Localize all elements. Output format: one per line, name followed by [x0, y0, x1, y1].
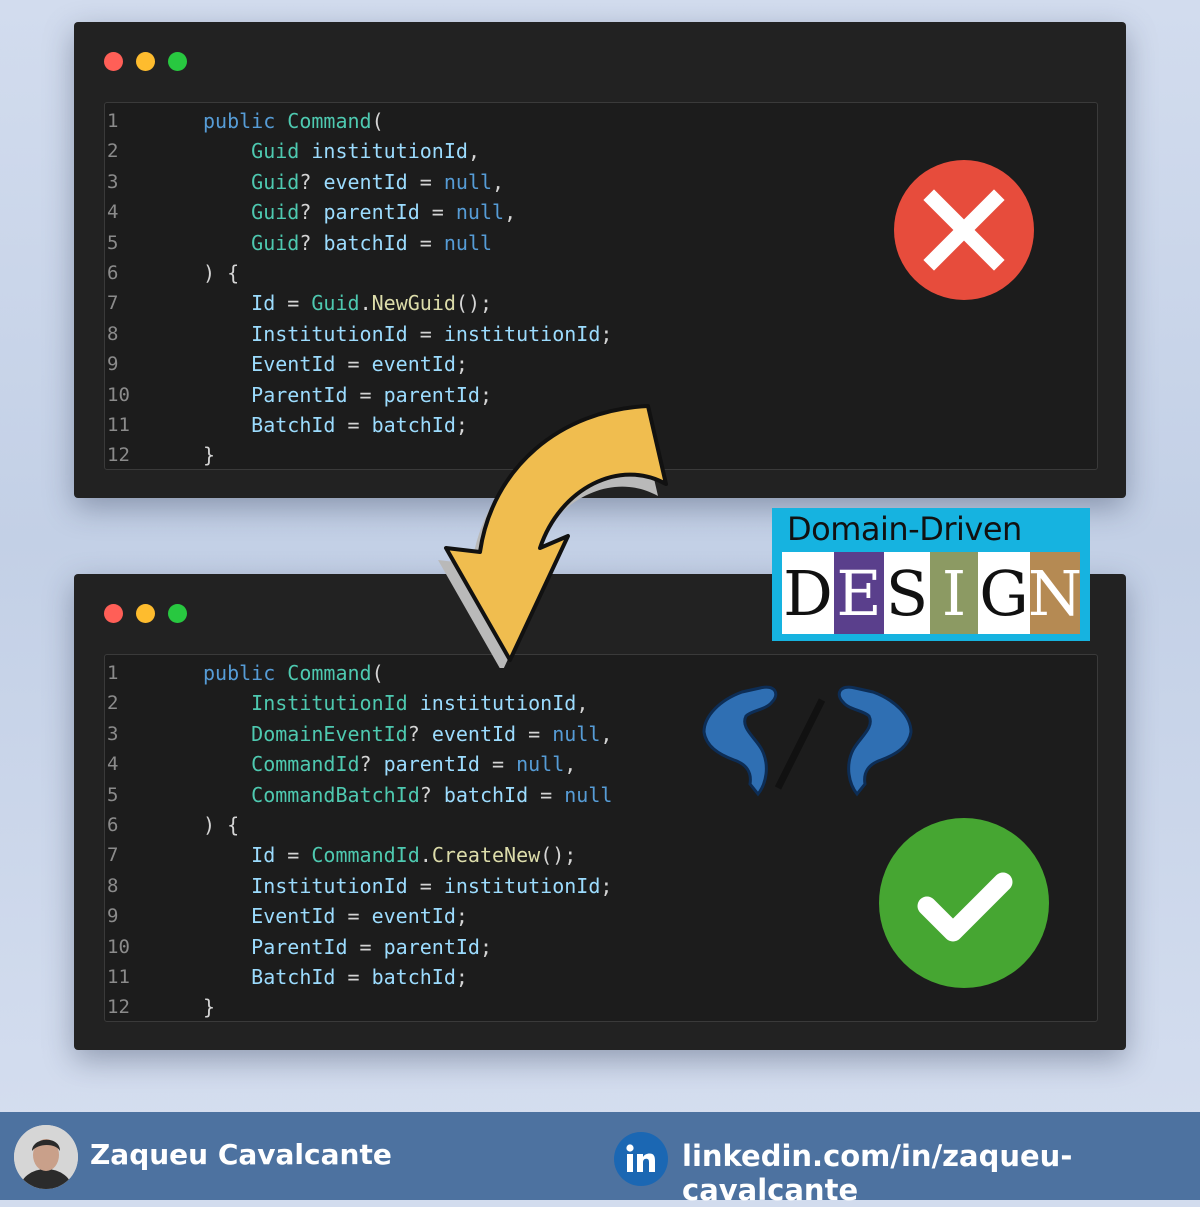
- minimize-window-dot[interactable]: [136, 52, 155, 71]
- minimize-window-dot[interactable]: [136, 604, 155, 623]
- code-text: Id = CommandId.CreateNew();: [251, 843, 577, 868]
- code-text: public Command(: [203, 109, 384, 133]
- code-text: ) {: [203, 261, 240, 285]
- code-text: public Command(: [203, 661, 384, 685]
- ddd-logo-letter: S: [884, 552, 930, 634]
- code-text: ParentId = parentId;: [251, 934, 492, 959]
- code-text: InstitutionId = institutionId;: [251, 321, 613, 346]
- code-text: InstitutionId = institutionId;: [251, 873, 613, 898]
- line-number: 2: [107, 140, 119, 163]
- code-text: Guid institutionId,: [251, 139, 480, 164]
- code-text: EventId = eventId;: [251, 904, 468, 929]
- close-window-dot[interactable]: [104, 604, 123, 623]
- window-controls: [104, 52, 187, 71]
- ddd-logo-letter: D: [782, 552, 834, 634]
- code-text: Guid? parentId = null,: [251, 200, 517, 225]
- line-number: 1: [107, 110, 119, 132]
- line-number: 8: [107, 322, 119, 345]
- line-number: 5: [107, 783, 119, 806]
- code-text: }: [203, 443, 216, 468]
- ddd-logo-letter: G: [978, 552, 1030, 634]
- ddd-logo-letter: E: [834, 552, 884, 634]
- code-text: Guid? batchId = null: [251, 230, 493, 255]
- code-text: Guid? eventId = null,: [251, 169, 505, 194]
- line-number: 5: [107, 231, 119, 254]
- avatar: [14, 1125, 78, 1189]
- code-text: EventId = eventId;: [251, 352, 468, 377]
- ddd-logo-letters: DESIGN: [782, 552, 1084, 634]
- line-number: 1: [107, 662, 119, 684]
- close-window-dot[interactable]: [104, 52, 123, 71]
- line-number: 4: [107, 201, 119, 224]
- line-number: 9: [107, 353, 119, 376]
- line-number: 11: [107, 414, 130, 436]
- line-number: 10: [107, 383, 130, 406]
- ddd-logo-letter: I: [930, 552, 978, 634]
- maximize-window-dot[interactable]: [168, 52, 187, 71]
- check-icon: [879, 818, 1049, 988]
- line-number: 7: [107, 292, 119, 315]
- line-number: 6: [107, 814, 119, 836]
- author-name: Zaqueu Cavalcante: [90, 1138, 392, 1171]
- linkedin-url[interactable]: linkedin.com/in/zaqueu-cavalcante: [682, 1139, 1200, 1207]
- line-number: 6: [107, 262, 119, 284]
- ddd-logo-title: Domain-Driven: [787, 510, 1022, 548]
- line-number: 10: [107, 935, 130, 958]
- ddd-logo: Domain-Driven DESIGN: [772, 508, 1090, 641]
- linkedin-icon[interactable]: [614, 1132, 668, 1186]
- line-number: 4: [107, 753, 119, 776]
- line-number: 3: [107, 170, 119, 193]
- code-text: ) {: [203, 813, 240, 837]
- line-number: 2: [107, 692, 119, 715]
- code-text: Id = Guid.NewGuid();: [251, 291, 493, 316]
- line-number: 8: [107, 874, 119, 897]
- window-controls: [104, 604, 187, 623]
- code-text: CommandBatchId? batchId = null: [251, 782, 613, 807]
- code-text: InstitutionId institutionId,: [251, 691, 589, 716]
- footer-bar: Zaqueu Cavalcante linkedin.com/in/zaqueu…: [0, 1112, 1200, 1207]
- line-number: 3: [107, 722, 119, 745]
- flexing-arms-code-icon: [702, 685, 913, 797]
- line-number: 7: [107, 844, 119, 867]
- line-number: 12: [107, 444, 130, 467]
- code-text: BatchId = batchId;: [251, 965, 468, 989]
- code-text: BatchId = batchId;: [251, 413, 468, 437]
- code-text: CommandId? parentId = null,: [251, 752, 577, 777]
- code-text: DomainEventId? eventId = null,: [251, 721, 613, 746]
- line-number: 9: [107, 905, 119, 928]
- ddd-logo-letter: N: [1028, 552, 1082, 634]
- line-number: 12: [107, 996, 130, 1019]
- code-text: }: [203, 995, 216, 1020]
- maximize-window-dot[interactable]: [168, 604, 187, 623]
- line-number: 11: [107, 966, 130, 988]
- curved-arrow-icon: [438, 404, 668, 668]
- close-icon: [894, 160, 1034, 300]
